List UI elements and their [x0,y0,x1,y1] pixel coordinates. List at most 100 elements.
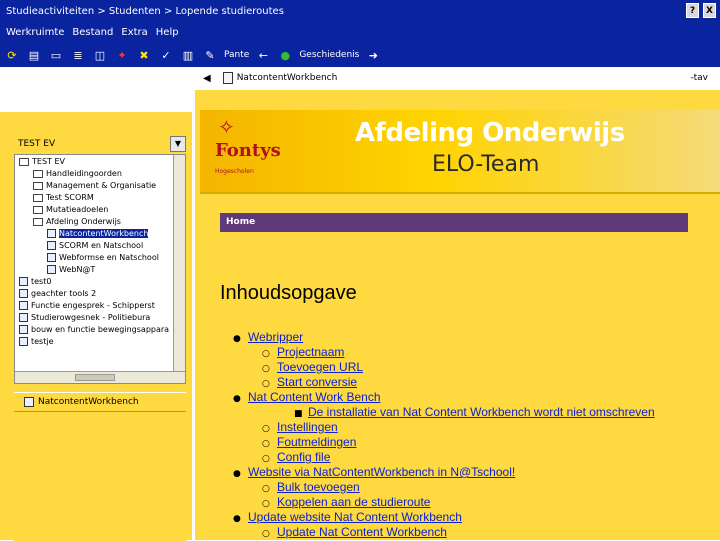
banner: ✧ Fontys Hogescholen Afdeling Onderwijs … [200,110,720,194]
nav-back-icon[interactable]: ◀ [203,73,211,84]
tree-item[interactable]: Webformse en Natschool [15,252,185,264]
toc-link[interactable]: Bulk toevoegen [277,480,360,494]
print-icon[interactable]: ▤ [26,47,42,63]
rename-label[interactable]: Pante [224,50,249,60]
tree-item[interactable]: Management & Organisatie [15,180,185,192]
book-icon[interactable]: ◫ [92,47,108,63]
bottom-pane-body [14,411,186,541]
history-label[interactable]: Geschiedenis [299,50,359,60]
menu-bestand[interactable]: Bestand [72,23,113,43]
home-link[interactable]: Home [220,213,688,232]
page-title: Inhoudsopgave [220,282,357,304]
address-row: ◀ NatcontentWorkbench -tav [195,67,720,89]
document-icon [19,337,28,346]
toc-link[interactable]: Webripper [248,330,303,344]
tree-item[interactable]: Studierowgesnek - Politiebura [15,312,185,324]
tree-item[interactable]: NatcontentWorkbench [15,228,185,240]
close-button[interactable]: X [703,3,716,18]
folder-icon [33,181,43,190]
nav-path: NatcontentWorkbench [236,73,338,83]
tree-item-label: Functie engesprek - Schipperst [31,301,155,310]
toc-link[interactable]: Koppelen aan de studieroute [277,495,430,509]
banner-subheading: ELO-Team [432,152,540,177]
document-icon [19,289,28,298]
columns-icon[interactable]: ▥ [180,47,196,63]
toc-link[interactable]: Update Nat Content Workbench [277,525,447,539]
toc-link[interactable]: Toevoegen URL [277,360,363,374]
tree-item-label: bouw en functie bewegingsappara [31,325,170,334]
toc-link[interactable]: De installatie van Nat Content Workbench… [308,405,655,419]
bullet-disc-icon: ● [233,514,241,524]
menu-werkruimte[interactable]: Werkruimte [6,23,64,43]
tree-selector[interactable]: TEST EV ▼ [14,134,186,154]
toc-link[interactable]: Foutmeldingen [277,435,356,449]
menu-bar: Werkruimte Bestand Extra Help [0,23,720,43]
tree-item[interactable]: Handleidingoorden [15,168,185,180]
menu-extra[interactable]: Extra [121,23,147,43]
tree-item[interactable]: testje [15,336,185,348]
tree-item-label: WebN@T [59,265,96,274]
pane-splitter[interactable] [0,384,192,392]
chevron-down-icon[interactable]: ▼ [170,136,186,152]
tree-item[interactable]: Test SCORM [15,192,185,204]
tree-item[interactable]: bouw en functie bewegingsappara [15,324,185,336]
tree-item[interactable]: Mutatieadoelen [15,204,185,216]
document-icon [19,325,28,334]
document-icon [19,277,28,286]
tree-item-label: geachter tools 2 [31,289,97,298]
tree-item[interactable]: test0 [15,276,185,288]
tree-item[interactable]: geachter tools 2 [15,288,185,300]
toc-link[interactable]: Config file [277,450,330,464]
scroll-thumb[interactable] [75,374,115,381]
toc-link[interactable]: Website via NatContentWorkbench in N@Tsc… [248,465,515,479]
bullet-circle-icon: ○ [262,379,270,389]
bullet-circle-icon: ○ [262,439,270,449]
bullet-circle-icon: ○ [262,529,270,539]
delete-icon[interactable]: ✖ [136,47,152,63]
tree-item[interactable]: SCORM en Natschool [15,240,185,252]
document-icon [47,253,56,262]
notes-icon[interactable]: ≣ [70,47,86,63]
globe-icon[interactable]: ● [277,47,293,63]
back-arrow-icon[interactable]: ← [255,47,271,63]
menu-help[interactable]: Help [156,23,179,43]
toc-link[interactable]: Update website Nat Content Workbench [248,510,462,524]
document-icon [19,301,28,310]
tree-item[interactable]: Afdeling Onderwijs [15,216,185,228]
banner-logo: Fontys [215,140,281,161]
tree-item-label: Test SCORM [46,193,94,202]
tree-item[interactable]: TEST EV [15,156,185,168]
tree-item-label: NatcontentWorkbench [59,229,149,238]
tree-item[interactable]: Functie engesprek - Schipperst [15,300,185,312]
users-icon[interactable]: ✦ [114,47,130,63]
folder-icon [33,217,43,226]
bullet-circle-icon: ○ [262,364,270,374]
toc-link[interactable]: Nat Content Work Bench [248,390,381,404]
bullet-disc-icon: ● [233,394,241,404]
bullet-circle-icon: ○ [262,484,270,494]
tree-view[interactable]: TEST EV Handleidingoorden Management & Org… [14,154,186,384]
toc-link[interactable]: Projectnaam [277,345,344,359]
tree-item[interactable]: WebN@T [15,264,185,276]
open-folder-icon[interactable]: ▭ [48,47,64,63]
toc-link[interactable]: Instellingen [277,420,338,434]
bullet-disc-icon: ● [233,469,241,479]
window-title: Studieactiviteiten > Studenten > Lopende… [6,6,284,17]
forward-arrow-icon[interactable]: ➜ [365,47,381,63]
refresh-icon[interactable]: ⟳ [4,47,20,63]
tree-item-label: Mutatieadoelen [46,205,109,214]
document-icon [47,241,56,250]
help-button[interactable]: ? [686,3,699,18]
folder-icon [19,157,29,166]
bottom-pane-label: NatcontentWorkbench [38,397,139,407]
bullet-disc-icon: ● [233,334,241,344]
tree-vertical-scrollbar[interactable] [173,155,185,373]
toc-link[interactable]: Start conversie [277,375,357,389]
tree-horizontal-scrollbar[interactable] [15,371,185,383]
document-icon [19,313,28,322]
folder-icon [33,205,43,214]
rename-icon[interactable]: ✎ [202,47,218,63]
check-icon[interactable]: ✓ [158,47,174,63]
tree-item-label: Afdeling Onderwijs [46,217,121,226]
bullet-circle-icon: ○ [262,349,270,359]
